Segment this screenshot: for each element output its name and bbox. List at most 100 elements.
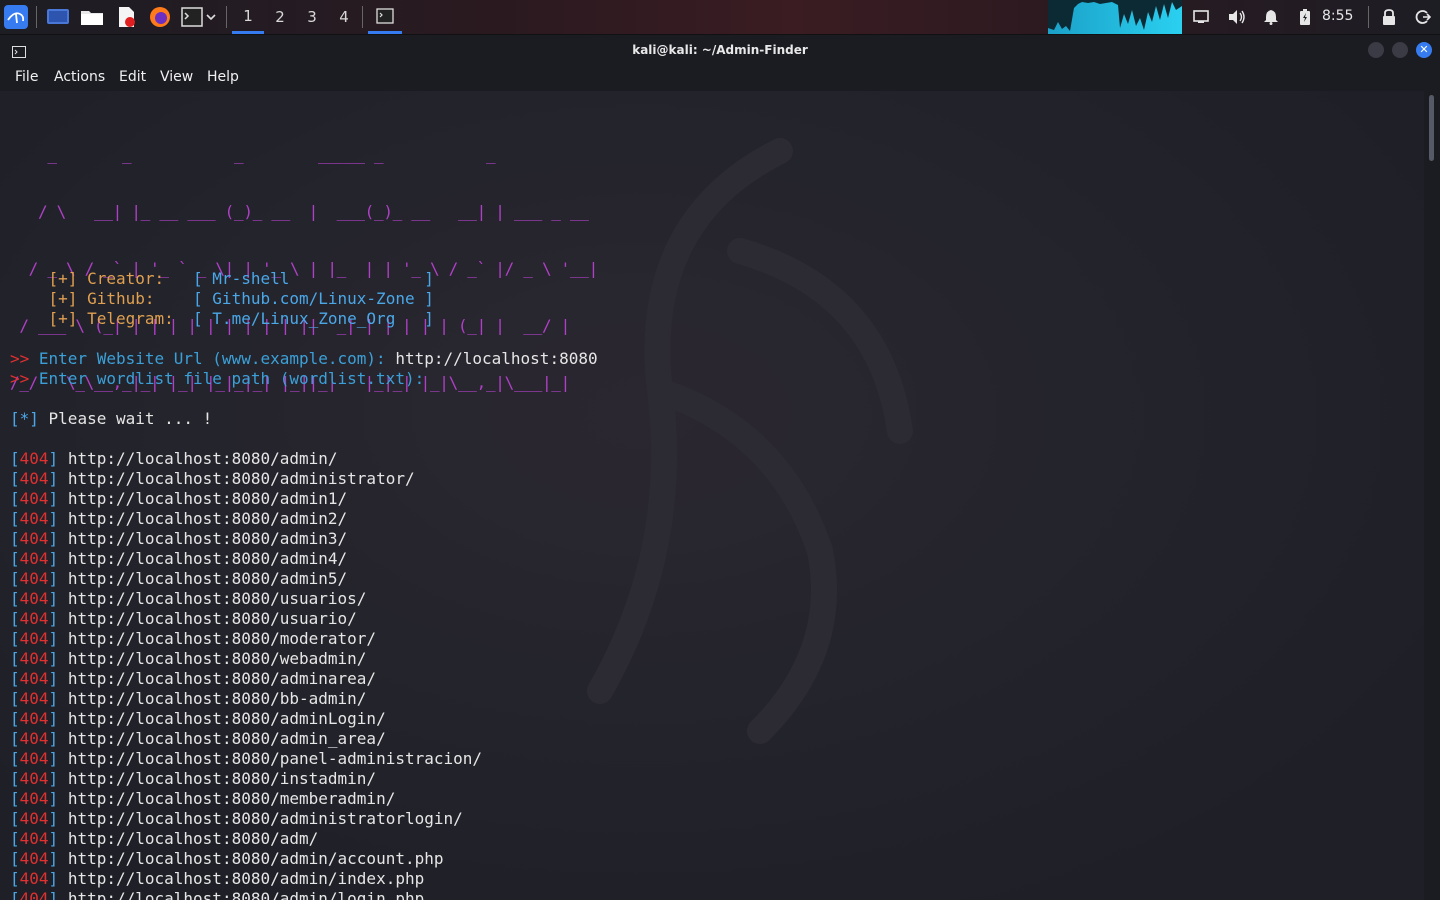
result-line: [404] http://localhost:8080/adm/ bbox=[10, 829, 318, 849]
logout-icon[interactable] bbox=[1412, 6, 1434, 28]
separator bbox=[1368, 6, 1369, 28]
result-url: http://localhost:8080/usuarios/ bbox=[67, 589, 367, 608]
status-code: 404 bbox=[19, 529, 49, 548]
workspace-2[interactable]: 2 bbox=[264, 0, 296, 34]
wait-text: Please wait ... ! bbox=[38, 409, 213, 428]
terminal-launcher-icon[interactable] bbox=[180, 5, 204, 29]
info-label: [+] Creator: bbox=[48, 269, 184, 288]
status-bracket: ] bbox=[48, 729, 68, 748]
workspace-1[interactable]: 1 bbox=[232, 0, 264, 34]
volume-icon[interactable] bbox=[1226, 6, 1248, 28]
file-manager-icon[interactable] bbox=[80, 5, 104, 29]
result-line: [404] http://localhost:8080/admin_area/ bbox=[10, 729, 386, 749]
workspace-3[interactable]: 3 bbox=[296, 0, 328, 34]
banner-line: _ _ _ _____ _ _ bbox=[10, 145, 598, 164]
status-bracket: [ bbox=[10, 809, 20, 828]
top-panel: 1 2 3 4 8:55 bbox=[0, 0, 1440, 35]
status-bracket: ] bbox=[48, 529, 68, 548]
minimize-button[interactable] bbox=[1368, 42, 1384, 58]
status-code: 404 bbox=[19, 629, 49, 648]
firefox-icon[interactable] bbox=[148, 5, 172, 29]
terminal-icon bbox=[376, 7, 394, 24]
status-code: 404 bbox=[19, 809, 49, 828]
separator bbox=[362, 6, 363, 28]
maximize-button[interactable] bbox=[1392, 42, 1408, 58]
info-bracket-close: ] bbox=[424, 289, 434, 308]
kali-menu-icon[interactable] bbox=[4, 5, 28, 29]
status-bracket: [ bbox=[10, 509, 20, 528]
status-bracket: [ bbox=[10, 669, 20, 688]
lock-icon[interactable] bbox=[1378, 6, 1400, 28]
chevron-down-icon[interactable] bbox=[204, 5, 218, 29]
menu-actions[interactable]: Actions bbox=[54, 69, 105, 85]
menu-view[interactable]: View bbox=[160, 69, 193, 85]
wait-marker: [*] bbox=[10, 409, 39, 428]
status-bracket: ] bbox=[48, 849, 68, 868]
status-bracket: ] bbox=[48, 549, 68, 568]
display-icon[interactable] bbox=[1190, 6, 1212, 28]
cpu-graph[interactable] bbox=[1048, 0, 1182, 34]
result-url: http://localhost:8080/adminLogin/ bbox=[67, 709, 386, 728]
status-bracket: ] bbox=[48, 469, 68, 488]
info-value: T.me/Linux_Zone_Org bbox=[212, 309, 425, 328]
result-line: [404] http://localhost:8080/admin2/ bbox=[10, 509, 347, 529]
status-bracket: [ bbox=[10, 529, 20, 548]
status-code: 404 bbox=[19, 869, 49, 888]
status-bracket: ] bbox=[48, 449, 68, 468]
text-editor-icon[interactable] bbox=[114, 5, 138, 29]
menu-edit[interactable]: Edit bbox=[119, 69, 146, 85]
status-bracket: [ bbox=[10, 689, 20, 708]
info-line: [+] Telegram: [ T.me/Linux_Zone_Org ] bbox=[10, 309, 434, 329]
status-bracket: [ bbox=[10, 849, 20, 868]
banner-line: / \ __| |_ __ ___ (_)_ __ | ___(_)_ __ _… bbox=[10, 202, 598, 221]
window-titlebar[interactable]: kali@kali: ~/Admin-Finder ✕ bbox=[0, 35, 1440, 65]
show-desktop-icon[interactable] bbox=[46, 5, 70, 29]
result-url: http://localhost:8080/adm/ bbox=[67, 829, 319, 848]
result-url: http://localhost:8080/adminarea/ bbox=[67, 669, 377, 688]
info-line: [+] Github: [ Github.com/Linux-Zone ] bbox=[10, 289, 434, 309]
status-bracket: ] bbox=[48, 609, 68, 628]
menu-file[interactable]: File bbox=[15, 69, 38, 85]
status-bracket: ] bbox=[48, 489, 68, 508]
result-line: [404] http://localhost:8080/administrato… bbox=[10, 469, 415, 489]
clock[interactable]: 8:55 bbox=[1322, 8, 1353, 24]
terminal-task-button[interactable] bbox=[368, 0, 402, 34]
result-url: http://localhost:8080/memberadmin/ bbox=[67, 789, 396, 808]
status-code: 404 bbox=[19, 849, 49, 868]
scrollbar-thumb[interactable] bbox=[1429, 95, 1434, 161]
status-code: 404 bbox=[19, 509, 49, 528]
result-url: http://localhost:8080/moderator/ bbox=[67, 629, 377, 648]
status-code: 404 bbox=[19, 449, 49, 468]
terminal-output[interactable]: _ _ _ _____ _ _ / \ __| |_ __ ___ (_)_ _… bbox=[0, 91, 1424, 900]
info-bracket-open: [ bbox=[183, 309, 213, 328]
result-url: http://localhost:8080/admin/login.php bbox=[67, 889, 425, 900]
result-line: [404] http://localhost:8080/moderator/ bbox=[10, 629, 376, 649]
scrollbar-track[interactable] bbox=[1424, 91, 1440, 900]
result-url: http://localhost:8080/admin5/ bbox=[67, 569, 348, 588]
status-code: 404 bbox=[19, 889, 49, 900]
result-line: [404] http://localhost:8080/usuario/ bbox=[10, 609, 357, 629]
status-code: 404 bbox=[19, 589, 49, 608]
result-line: [404] http://localhost:8080/admin/login.… bbox=[10, 889, 424, 900]
status-code: 404 bbox=[19, 729, 49, 748]
status-bracket: [ bbox=[10, 709, 20, 728]
workspace-4[interactable]: 4 bbox=[328, 0, 360, 34]
status-bracket: ] bbox=[48, 669, 68, 688]
status-bracket: ] bbox=[48, 589, 68, 608]
status-code: 404 bbox=[19, 789, 49, 808]
status-code: 404 bbox=[19, 569, 49, 588]
wordlist-prompt-text: Enter wordlist file path (wordlist.txt): bbox=[29, 369, 425, 388]
notifications-icon[interactable] bbox=[1260, 6, 1282, 28]
result-url: http://localhost:8080/instadmin/ bbox=[67, 769, 377, 788]
close-button[interactable]: ✕ bbox=[1416, 42, 1432, 58]
menu-help[interactable]: Help bbox=[207, 69, 239, 85]
status-bracket: [ bbox=[10, 889, 20, 900]
status-bracket: [ bbox=[10, 729, 20, 748]
status-bracket: ] bbox=[48, 749, 68, 768]
info-bracket-open: [ bbox=[183, 269, 213, 288]
battery-icon[interactable] bbox=[1294, 6, 1316, 28]
status-bracket: [ bbox=[10, 749, 20, 768]
